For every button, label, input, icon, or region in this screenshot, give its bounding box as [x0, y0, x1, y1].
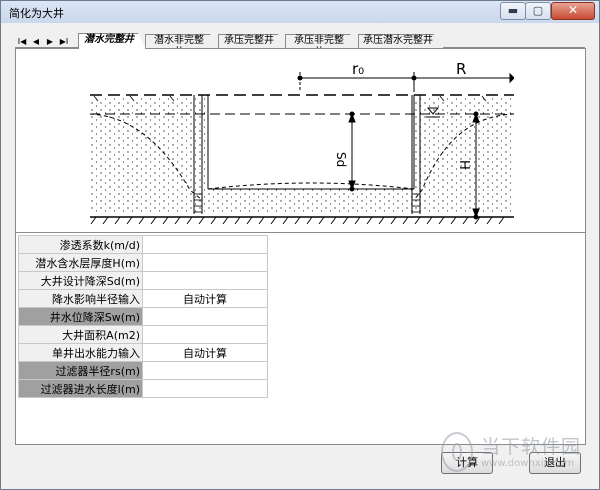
sd-label: Sd: [334, 152, 348, 167]
param-value-capacity[interactable]: 自动计算: [142, 343, 268, 362]
param-value-H[interactable]: [142, 253, 268, 272]
well-diagram: r₀ R Sd H: [90, 60, 514, 225]
maximize-icon: ▢: [532, 4, 544, 17]
table-row: 单井出水能力输入 自动计算: [18, 343, 268, 362]
watermark: 当下软件园 www.downxia.com: [441, 432, 593, 474]
diagram-divider: [16, 232, 585, 233]
tab-confined-incomplete[interactable]: 承压非完整井: [285, 34, 359, 48]
table-row: 大井设计降深Sd(m): [18, 271, 268, 290]
table-row: 潜水含水层厚度H(m): [18, 253, 268, 272]
R-label: R: [456, 60, 466, 78]
table-row: 过滤器半径rs(m): [18, 361, 268, 380]
well-cavity: [208, 97, 414, 189]
title-bar: 简化为大井 ▬ ▢ ✕: [1, 1, 599, 23]
watermark-text: 当下软件园: [481, 436, 582, 458]
param-value-A[interactable]: [142, 325, 268, 344]
param-label-radius: 降水影响半径输入: [18, 289, 143, 308]
watermark-logo-icon: [441, 432, 473, 472]
param-value-rs[interactable]: [142, 361, 268, 380]
tab-confined-complete[interactable]: 承压完整井: [218, 34, 286, 48]
param-label-rs: 过滤器半径rs(m): [18, 361, 143, 380]
tab-phreatic-complete[interactable]: 潜水完整井: [78, 33, 146, 49]
param-value-Sd[interactable]: [142, 271, 268, 290]
param-value-k[interactable]: [142, 235, 268, 254]
main-window: 简化为大井 ▬ ▢ ✕ I◀ ◀ ▶ ▶I 潜水完整井 潜水非完整井 承压完整井…: [0, 0, 600, 490]
window-title: 简化为大井: [9, 7, 64, 20]
watermark-url: www.downxia.com: [481, 458, 575, 469]
param-label-l: 过滤器进水长度l(m): [18, 379, 143, 398]
minimize-button[interactable]: ▬: [500, 2, 526, 20]
table-row: 渗透系数k(m/d): [18, 235, 268, 254]
close-button[interactable]: ✕: [551, 2, 595, 20]
bedrock-hatching: [90, 216, 505, 225]
params-grid: 渗透系数k(m/d) 潜水含水层厚度H(m) 大井设计降深Sd(m) 降水影响半…: [18, 235, 268, 398]
h-label: H: [456, 160, 471, 170]
param-value-l[interactable]: [142, 379, 268, 398]
tab-phreatic-incomplete[interactable]: 潜水非完整井: [145, 34, 219, 48]
maximize-button[interactable]: ▢: [525, 2, 551, 20]
r0-label: r₀: [352, 60, 364, 78]
table-row: 大井面积A(m2): [18, 325, 268, 344]
tab-confined-phreatic-complete[interactable]: 承压潜水完整井: [358, 34, 444, 48]
param-label-A: 大井面积A(m2): [18, 325, 143, 344]
radius-dimensions: [297, 72, 514, 92]
tab-panel: r₀ R Sd H 渗透系数k(m/d) 潜水含水层厚度H(m) 大井设计降深S…: [15, 48, 586, 445]
table-row: 井水位降深Sw(m): [18, 307, 268, 326]
close-icon: ✕: [567, 3, 579, 17]
param-label-H: 潜水含水层厚度H(m): [18, 253, 143, 272]
minimize-icon: ▬: [507, 4, 519, 17]
param-label-Sw: 井水位降深Sw(m): [18, 307, 143, 326]
table-row: 降水影响半径输入 自动计算: [18, 289, 268, 308]
table-row: 过滤器进水长度l(m): [18, 379, 268, 398]
param-label-k: 渗透系数k(m/d): [18, 235, 143, 254]
param-value-radius[interactable]: 自动计算: [142, 289, 268, 308]
param-value-Sw[interactable]: [142, 307, 268, 326]
param-label-capacity: 单井出水能力输入: [18, 343, 143, 362]
param-label-Sd: 大井设计降深Sd(m): [18, 271, 143, 290]
